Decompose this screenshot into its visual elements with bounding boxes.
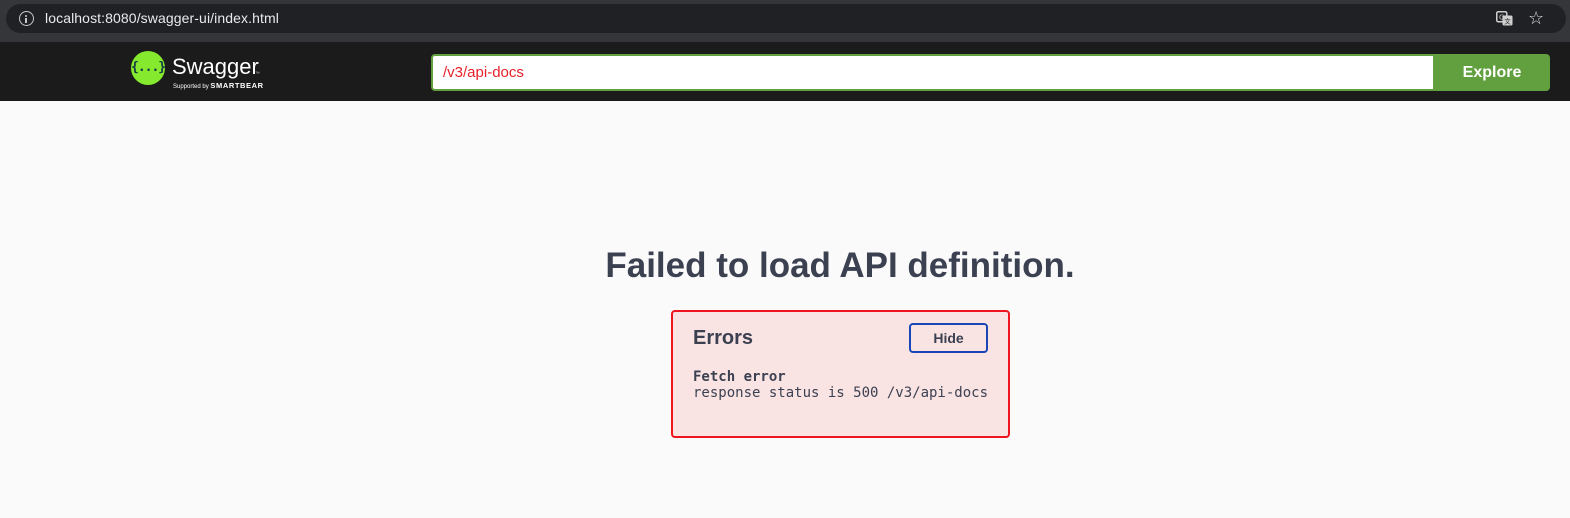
info-circle-icon[interactable] xyxy=(19,11,34,26)
swagger-logo[interactable]: {...} Swagger ™ Supported by SMARTBEAR xyxy=(131,51,281,95)
main-content: Failed to load API definition. Errors Hi… xyxy=(0,101,1570,518)
svg-text:文: 文 xyxy=(1504,16,1511,25)
logo-tagline-brand: SMARTBEAR xyxy=(210,81,264,90)
errors-heading: Errors xyxy=(693,327,754,349)
logo-trademark: ™ xyxy=(255,71,260,77)
browser-toolbar: localhost:8080/swagger-ui/index.html G 文… xyxy=(0,0,1570,42)
load-error-title: Failed to load API definition. xyxy=(605,246,1075,285)
fetch-error-heading: Fetch error xyxy=(693,369,786,385)
translate-icon[interactable]: G 文 xyxy=(1496,11,1513,26)
logo-tagline: Supported by SMARTBEAR xyxy=(173,82,264,91)
address-url[interactable]: localhost:8080/swagger-ui/index.html xyxy=(45,10,279,27)
api-url-input[interactable] xyxy=(431,54,1435,91)
star-icon[interactable]: ☆ xyxy=(1528,7,1544,29)
logo-wordmark: Swagger xyxy=(172,54,259,79)
address-bar[interactable]: localhost:8080/swagger-ui/index.html G 文… xyxy=(6,4,1566,33)
errors-panel: Errors Hide Fetch error response status … xyxy=(671,310,1010,438)
logo-tagline-prefix: Supported by xyxy=(173,84,209,90)
swagger-logo-icon: {...} xyxy=(131,51,166,85)
download-url-form: Explore xyxy=(431,54,1550,91)
fetch-error-message: response status is 500 /v3/api-docs xyxy=(693,385,989,401)
explore-button[interactable]: Explore xyxy=(1434,54,1550,91)
hide-errors-button[interactable]: Hide xyxy=(909,323,988,353)
swagger-topbar: {...} Swagger ™ Supported by SMARTBEAR E… xyxy=(0,42,1570,101)
